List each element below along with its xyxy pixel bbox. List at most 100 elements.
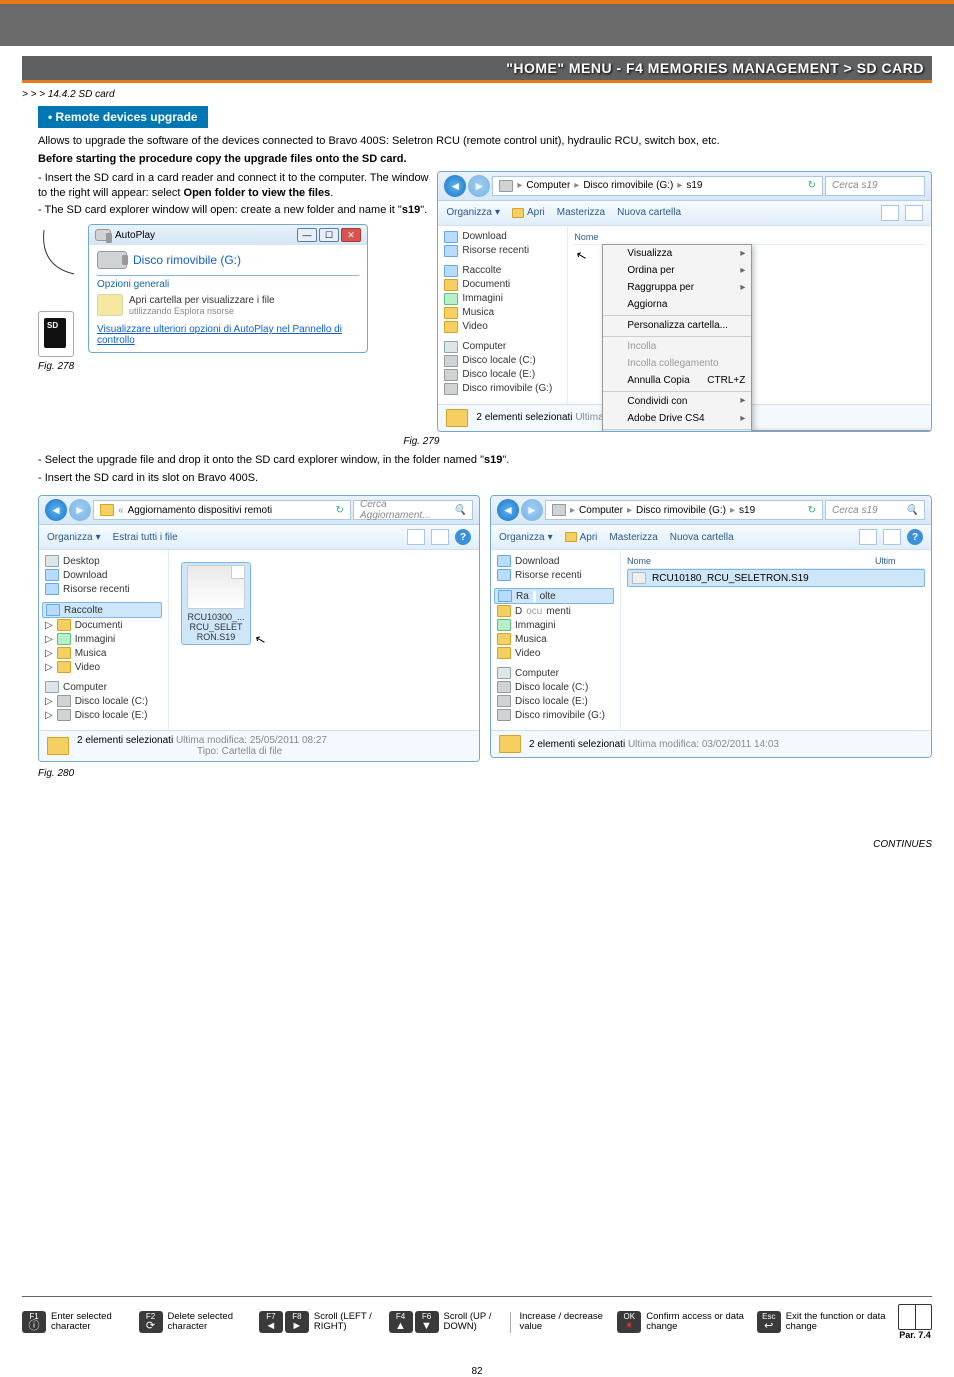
address-input[interactable]: « Aggiornamento dispositivi remoti ↻: [93, 500, 351, 520]
nav-download[interactable]: Download: [497, 554, 614, 568]
cm-adobe-drive[interactable]: Adobe Drive CS4▸: [603, 410, 751, 427]
nav-musica[interactable]: ▷ Musica: [45, 646, 162, 660]
cm-personalizza[interactable]: Personalizza cartella...: [603, 315, 751, 334]
nav-documenti[interactable]: ▷ Documenti: [45, 618, 162, 632]
search-input[interactable]: Cerca s19 🔍: [825, 500, 925, 520]
address-bar-280a: ◄ ► « Aggiornamento dispositivi remoti ↻…: [39, 496, 479, 525]
nuova-cartella-button[interactable]: Nuova cartella: [670, 532, 734, 543]
autoplay-window: AutoPlay — ☐ ✕ Disco rimovibile (G:): [88, 224, 368, 353]
open-folder-option[interactable]: Apri cartella per visualizzare i file ut…: [97, 294, 359, 316]
nav-computer[interactable]: Computer: [497, 666, 614, 680]
nav-musica[interactable]: Musica: [444, 306, 561, 320]
key-f8: F8►: [285, 1311, 309, 1333]
nav-download[interactable]: Download: [45, 568, 162, 582]
apri-button[interactable]: Apri: [512, 207, 545, 218]
nav-documenti[interactable]: Documenti: [497, 604, 614, 618]
back-button[interactable]: ◄: [497, 499, 519, 521]
cm-annulla[interactable]: Annulla Copia CTRL+Z: [603, 372, 751, 389]
help-button[interactable]: ?: [907, 529, 923, 545]
refresh-icon[interactable]: ↻: [808, 505, 816, 516]
file-name: RCU10180_RCU_SELETRON.S19: [652, 573, 809, 584]
forward-button[interactable]: ►: [468, 175, 490, 197]
maximize-button[interactable]: ☐: [319, 228, 339, 242]
back-button[interactable]: ◄: [444, 175, 466, 197]
file-tile-selected[interactable]: RCU10300_... RCU_SELET RON.S19: [181, 562, 251, 645]
search-input[interactable]: Cerca Aggiornament... 🔍: [353, 500, 473, 520]
ft-incdec: Increase / decrease value: [510, 1312, 607, 1333]
nav-recenti[interactable]: Risorse recenti: [497, 568, 614, 582]
nav-raccolte[interactable]: Raccolte: [42, 602, 162, 618]
nav-musica[interactable]: Musica: [497, 632, 614, 646]
status-icon: [47, 737, 69, 755]
status-icon: [499, 735, 521, 753]
nav-documenti[interactable]: Documenti: [444, 278, 561, 292]
nav-video[interactable]: ▷ Video: [45, 660, 162, 674]
minimize-button[interactable]: —: [297, 228, 317, 242]
address-input[interactable]: ▸ Computer ▸ Disco rimovibile (G:) ▸ s19…: [545, 500, 823, 520]
help-button[interactable]: ?: [455, 529, 471, 545]
nav-video[interactable]: Video: [444, 320, 561, 334]
nav-immagini[interactable]: Immagini: [497, 618, 614, 632]
nav-raccolte[interactable]: Raccolte: [444, 264, 561, 278]
organizza-button[interactable]: Organizza ▾: [499, 532, 553, 543]
nav-disco-e[interactable]: Disco locale (E:): [444, 368, 561, 382]
nuova-cartella-button[interactable]: Nuova cartella: [617, 207, 681, 218]
key-f4: F4▲: [389, 1311, 413, 1333]
nav-disco-c[interactable]: Disco locale (C:): [444, 354, 561, 368]
preview-pane-button[interactable]: [883, 529, 901, 545]
cm-ordina[interactable]: Ordina per▸: [603, 262, 751, 279]
nav-disco-c[interactable]: ▷ Disco locale (C:): [45, 694, 162, 708]
folder-icon: [97, 294, 123, 316]
nav-recenti[interactable]: Risorse recenti: [444, 244, 561, 258]
nav-disco-g[interactable]: Disco rimovibile (G:): [497, 708, 614, 722]
organizza-button[interactable]: Organizza ▾: [47, 532, 101, 543]
address-input[interactable]: ▸ Computer ▸ Disco rimovibile (G:) ▸ s19…: [492, 176, 823, 196]
search-input[interactable]: Cerca s19: [825, 176, 925, 196]
file-row-selected[interactable]: RCU10180_RCU_SELETRON.S19: [627, 569, 925, 587]
nav-disco-c[interactable]: Disco locale (C:): [497, 680, 614, 694]
apri-button[interactable]: Apri: [565, 532, 598, 543]
nav-recenti[interactable]: Risorse recenti: [45, 582, 162, 596]
status-bar-280b: 2 elementi selezionati Ultima modifica: …: [491, 730, 931, 757]
submenu-nuovo[interactable]: Cartella Collegamento CorelDRAW X3 Graph…: [751, 430, 932, 432]
view-mode-button[interactable]: [881, 205, 899, 221]
left-text-1: - Insert the SD card in a card reader an…: [38, 171, 431, 219]
more-options-link[interactable]: Visualizzare ulteriori opzioni di AutoPl…: [97, 324, 359, 346]
nav-immagini[interactable]: Immagini: [444, 292, 561, 306]
estrai-button[interactable]: Estrai tutti i file: [113, 532, 178, 543]
masterizza-button[interactable]: Masterizza: [609, 532, 657, 543]
organizza-button[interactable]: Organizza ▾: [446, 207, 500, 218]
nav-desktop[interactable]: Desktop: [45, 554, 162, 568]
nav-disco-e[interactable]: ▷ Disco locale (E:): [45, 708, 162, 722]
cm-nuovo[interactable]: Nuovo▸ Cartella Collegamento CorelDRAW X…: [603, 429, 751, 432]
sm-cartella[interactable]: Cartella: [752, 431, 932, 432]
forward-button[interactable]: ►: [69, 499, 91, 521]
back-button[interactable]: ◄: [45, 499, 67, 521]
nav-disco-g[interactable]: Disco rimovibile (G:): [444, 382, 561, 396]
forward-button[interactable]: ►: [521, 499, 543, 521]
ft-f1: F1ⓘ Enter selected character: [22, 1311, 129, 1333]
toolbar-280a: Organizza ▾ Estrai tutti i file ?: [39, 525, 479, 550]
preview-pane-button[interactable]: [905, 205, 923, 221]
cm-raggruppa[interactable]: Raggruppa per▸: [603, 279, 751, 296]
step-select: - Select the upgrade file and drop it on…: [38, 453, 932, 468]
cm-aggiorna[interactable]: Aggiorna: [603, 296, 751, 313]
refresh-icon[interactable]: ↻: [808, 180, 816, 191]
view-mode-button[interactable]: [859, 529, 877, 545]
cm-visualizza[interactable]: Visualizza▸: [603, 245, 751, 262]
nav-raccolte-sel[interactable]: Ra olte: [494, 588, 614, 604]
nav-computer[interactable]: Computer: [45, 680, 162, 694]
nav-disco-e[interactable]: Disco locale (E:): [497, 694, 614, 708]
refresh-icon[interactable]: ↻: [336, 505, 344, 516]
nav-immagini[interactable]: ▷ Immagini: [45, 632, 162, 646]
nav-video[interactable]: Video: [497, 646, 614, 660]
drive-icon: [552, 504, 566, 516]
close-button[interactable]: ✕: [341, 228, 361, 242]
cm-condividi[interactable]: Condividi con▸: [603, 391, 751, 410]
nav-download[interactable]: Download: [444, 230, 561, 244]
masterizza-button[interactable]: Masterizza: [557, 207, 605, 218]
view-mode-button[interactable]: [407, 529, 425, 545]
nav-computer[interactable]: Computer: [444, 340, 561, 354]
context-menu[interactable]: Visualizza▸ Ordina per▸ Raggruppa per▸ A…: [602, 244, 752, 432]
preview-pane-button[interactable]: [431, 529, 449, 545]
